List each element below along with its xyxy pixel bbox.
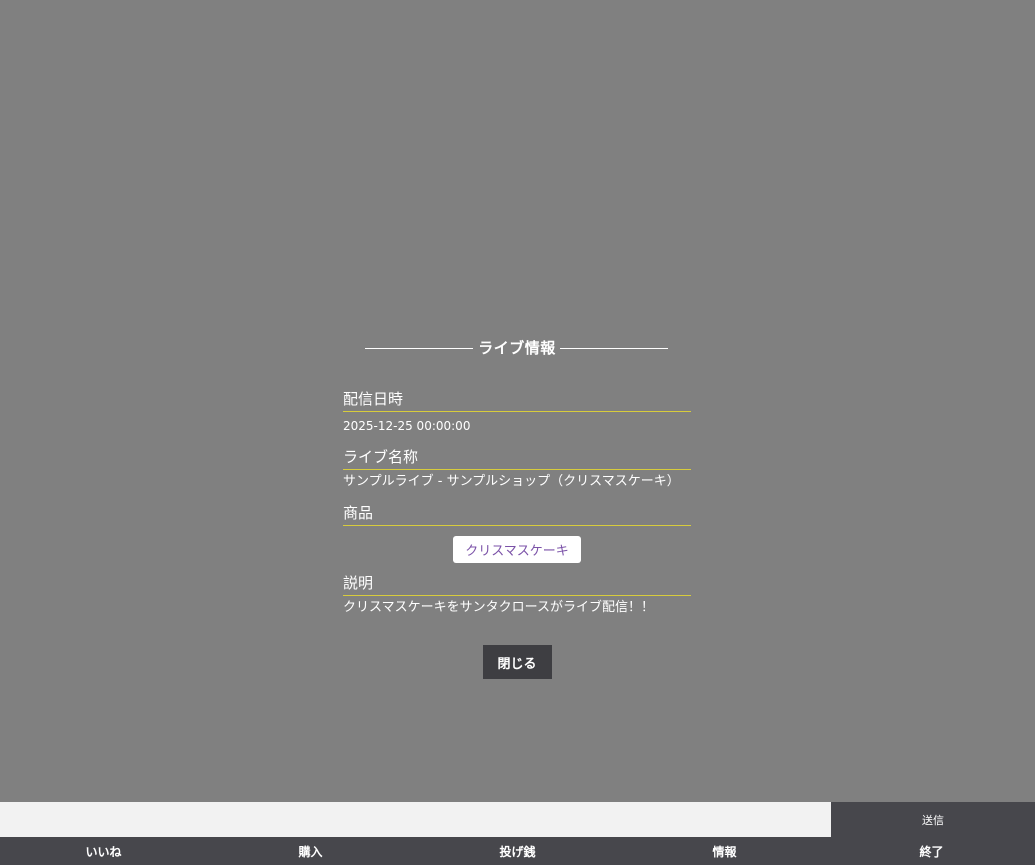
nav-purchase-button[interactable]: 購入 bbox=[207, 837, 414, 865]
product-button[interactable]: クリスマスケーキ bbox=[453, 536, 581, 563]
nav-exit-button[interactable]: 終了 bbox=[828, 837, 1035, 865]
close-button-wrap: 閉じる bbox=[343, 645, 691, 679]
live-name-heading: ライブ名称 bbox=[343, 447, 691, 470]
section-datetime: 配信日時 2025-12-25 00:00:00 bbox=[343, 389, 691, 434]
datetime-value: 2025-12-25 00:00:00 bbox=[343, 419, 471, 433]
modal-overlay: ライブ情報 配信日時 2025-12-25 00:00:00 ライブ名称 サンプ… bbox=[0, 0, 1035, 802]
comment-bar: 送信 bbox=[0, 802, 1035, 837]
section-live-name: ライブ名称 サンプルライブ - サンプルショップ（クリスマスケーキ） bbox=[343, 447, 691, 490]
datetime-heading: 配信日時 bbox=[343, 389, 691, 412]
nav-tip-button[interactable]: 投げ銭 bbox=[414, 837, 621, 865]
nav-info-button[interactable]: 情報 bbox=[621, 837, 828, 865]
title-divider-right bbox=[560, 348, 668, 349]
live-info-panel: ライブ情報 配信日時 2025-12-25 00:00:00 ライブ名称 サンプ… bbox=[343, 332, 691, 679]
product-heading: 商品 bbox=[343, 503, 691, 526]
live-name-value: サンプルライブ - サンプルショップ（クリスマスケーキ） bbox=[343, 474, 680, 489]
section-product: 商品 クリスマスケーキ bbox=[343, 503, 691, 563]
close-button[interactable]: 閉じる bbox=[482, 645, 552, 679]
panel-title: ライブ情報 bbox=[478, 338, 556, 357]
product-button-wrap: クリスマスケーキ bbox=[343, 536, 691, 563]
panel-title-row: ライブ情報 bbox=[343, 332, 691, 362]
description-value: クリスマスケーキをサンタクロースがライブ配信！！ bbox=[343, 600, 654, 615]
description-heading: 説明 bbox=[343, 573, 691, 596]
comment-input[interactable] bbox=[0, 802, 831, 837]
title-divider-left bbox=[365, 348, 473, 349]
nav-like-button[interactable]: いいね bbox=[0, 837, 207, 865]
bottom-nav-bar: いいね 購入 投げ銭 情報 終了 bbox=[0, 837, 1035, 865]
send-button[interactable]: 送信 bbox=[831, 802, 1035, 837]
section-description: 説明 クリスマスケーキをサンタクロースがライブ配信！！ bbox=[343, 573, 691, 616]
